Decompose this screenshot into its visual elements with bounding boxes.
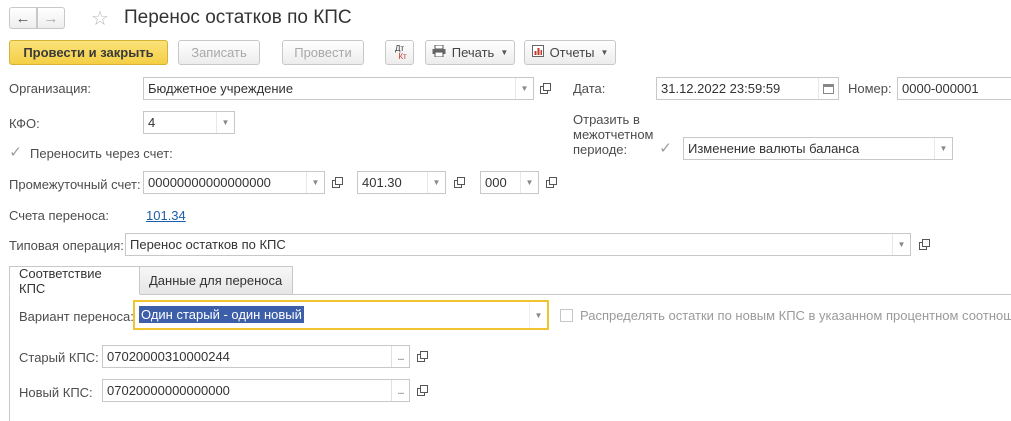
intermediate-account-sub-field[interactable]: 000 ▼ bbox=[480, 171, 539, 194]
number-label: Номер: bbox=[848, 81, 892, 96]
reflect-field[interactable]: Изменение валюты баланса ▼ bbox=[683, 137, 953, 160]
date-field[interactable]: 31.12.2022 23:59:59 bbox=[656, 77, 839, 100]
kfo-value: 4 bbox=[148, 115, 156, 130]
intermediate-account-code-value: 401.30 bbox=[362, 175, 402, 190]
old-kps-value: 07020000310000244 bbox=[107, 349, 230, 364]
transfer-accounts-link[interactable]: 101.34 bbox=[146, 208, 186, 223]
distribute-label: Распределять остатки по новым КПС в указ… bbox=[580, 308, 1011, 323]
org-value: Бюджетное учреждение bbox=[148, 81, 294, 96]
transfer-via-account-checkbox[interactable]: ✓ bbox=[9, 144, 22, 161]
distribute-checkbox[interactable] bbox=[560, 309, 573, 322]
tab-kps-mapping[interactable]: Соответствие КПС bbox=[9, 265, 140, 296]
kfo-label: КФО: bbox=[9, 116, 40, 131]
number-field[interactable]: 0000-000001 bbox=[897, 77, 1011, 100]
open-window-icon[interactable] bbox=[537, 80, 553, 96]
select-dots-icon[interactable]: ... bbox=[391, 380, 409, 401]
open-window-icon[interactable] bbox=[414, 382, 430, 398]
typical-operation-value: Перенос остатков по КПС bbox=[130, 237, 286, 252]
page-title: Перенос остатков по КПС bbox=[124, 7, 352, 28]
transfer-accounts-label: Счета переноса: bbox=[9, 208, 109, 223]
post-button[interactable]: Провести bbox=[282, 40, 364, 65]
reports-label: Отчеты bbox=[549, 45, 595, 60]
open-window-icon[interactable] bbox=[329, 174, 345, 190]
intermediate-account-field[interactable]: 00000000000000000 ▼ bbox=[143, 171, 325, 194]
chevron-down-icon[interactable]: ▼ bbox=[520, 172, 538, 193]
transfer-via-account-label: Переносить через счет: bbox=[30, 146, 173, 161]
reflect-label-line: межотчетном bbox=[573, 127, 654, 142]
tab-label: Данные для переноса bbox=[149, 273, 283, 288]
dt-kt-button[interactable]: Дт Кт bbox=[385, 40, 414, 65]
reflect-label-line: Отразить в bbox=[573, 112, 640, 127]
variant-value: Один старый - один новый bbox=[139, 306, 304, 323]
intermediate-account-code-field[interactable]: 401.30 ▼ bbox=[357, 171, 446, 194]
old-kps-label: Старый КПС: bbox=[19, 350, 99, 365]
typical-operation-field[interactable]: Перенос остатков по КПС ▼ bbox=[125, 233, 911, 256]
reflect-label-line: периоде: bbox=[573, 142, 628, 157]
date-label: Дата: bbox=[573, 81, 606, 96]
arrow-left-icon: ← bbox=[15, 9, 31, 27]
back-button[interactable]: ← bbox=[9, 7, 37, 29]
old-kps-field[interactable]: 07020000310000244 ... bbox=[102, 345, 410, 368]
new-kps-label: Новый КПС: bbox=[19, 385, 93, 400]
reports-button[interactable]: Отчеты ▼ bbox=[524, 40, 616, 65]
star-icon[interactable]: ☆ bbox=[91, 6, 109, 31]
org-field[interactable]: Бюджетное учреждение ▼ bbox=[143, 77, 534, 100]
typical-operation-label: Типовая операция: bbox=[9, 238, 124, 253]
forward-button[interactable]: → bbox=[37, 7, 65, 29]
chevron-down-icon[interactable]: ▼ bbox=[515, 78, 533, 99]
chevron-down-icon[interactable]: ▼ bbox=[306, 172, 324, 193]
open-window-icon[interactable] bbox=[414, 348, 430, 364]
kt-label: Кт bbox=[398, 51, 407, 61]
tab-transfer-data[interactable]: Данные для переноса bbox=[139, 266, 293, 295]
chevron-down-icon[interactable]: ▼ bbox=[427, 172, 445, 193]
open-window-icon[interactable] bbox=[916, 236, 932, 252]
post-and-close-button[interactable]: Провести и закрыть bbox=[9, 40, 168, 65]
printer-icon bbox=[432, 44, 446, 60]
chevron-down-icon: ▼ bbox=[600, 48, 609, 57]
save-button[interactable]: Записать bbox=[178, 40, 260, 65]
variant-label: Вариант переноса: bbox=[19, 309, 134, 324]
tab-label: Соответствие КПС bbox=[19, 265, 102, 296]
intermediate-account-label: Промежуточный счет: bbox=[9, 177, 141, 192]
reflect-checkbox[interactable]: ✓ bbox=[659, 140, 672, 157]
new-kps-field[interactable]: 07020000000000000 ... bbox=[102, 379, 410, 402]
number-value: 0000-000001 bbox=[902, 81, 979, 96]
new-kps-value: 07020000000000000 bbox=[107, 383, 230, 398]
chevron-down-icon[interactable]: ▼ bbox=[934, 138, 952, 159]
org-label: Организация: bbox=[9, 81, 92, 96]
open-window-icon[interactable] bbox=[543, 174, 559, 190]
post-label: Провести bbox=[294, 45, 352, 60]
variant-select[interactable]: Один старый - один новый ▼ bbox=[133, 300, 549, 330]
print-button[interactable]: Печать ▼ bbox=[425, 40, 515, 65]
chevron-down-icon[interactable]: ▼ bbox=[529, 302, 547, 328]
chart-icon bbox=[531, 45, 544, 60]
chevron-down-icon[interactable]: ▼ bbox=[216, 112, 234, 133]
open-window-icon[interactable] bbox=[451, 174, 467, 190]
tab-panel-border bbox=[9, 295, 10, 421]
calendar-icon[interactable] bbox=[818, 78, 838, 99]
reflect-value: Изменение валюты баланса bbox=[688, 141, 860, 156]
kfo-field[interactable]: 4 ▼ bbox=[143, 111, 235, 134]
save-label: Записать bbox=[191, 45, 247, 60]
reflect-label: Отразить в межотчетном периоде: bbox=[573, 112, 654, 157]
chevron-down-icon[interactable]: ▼ bbox=[892, 234, 910, 255]
arrow-right-icon: → bbox=[43, 9, 59, 27]
print-label: Печать bbox=[451, 45, 495, 60]
date-value: 31.12.2022 23:59:59 bbox=[661, 81, 781, 96]
post-and-close-label: Провести и закрыть bbox=[23, 45, 154, 60]
chevron-down-icon: ▼ bbox=[500, 48, 509, 57]
intermediate-account-sub-value: 000 bbox=[485, 175, 507, 190]
intermediate-account-value: 00000000000000000 bbox=[148, 175, 271, 190]
select-dots-icon[interactable]: ... bbox=[391, 346, 409, 367]
